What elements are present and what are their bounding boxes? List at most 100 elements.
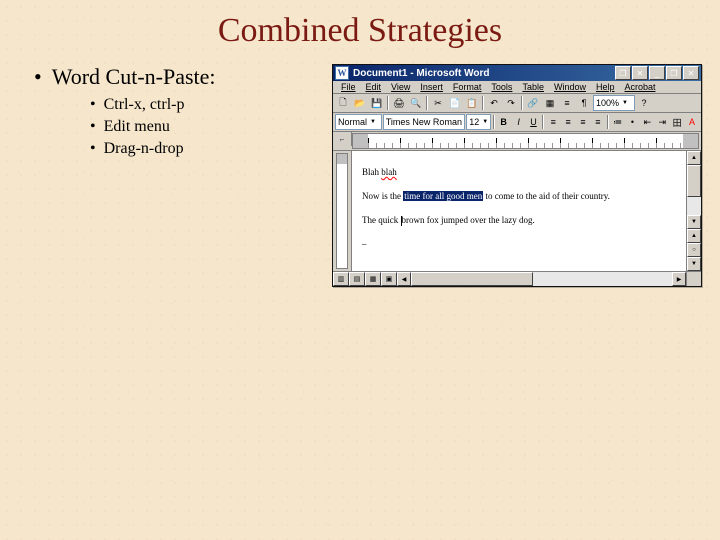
font-color-icon[interactable]: A xyxy=(685,114,699,130)
bulleted-list-icon[interactable]: • xyxy=(626,114,640,130)
print-layout-view-button[interactable]: ▦ xyxy=(365,272,381,286)
scroll-track[interactable] xyxy=(687,165,701,215)
menu-edit[interactable]: Edit xyxy=(362,82,386,92)
cut-icon[interactable]: ✂ xyxy=(430,95,446,111)
hyperlink-icon[interactable]: 🔗 xyxy=(525,95,541,111)
word-window: W Document1 - Microsoft Word ❐ ✕ _ ❐ ✕ F… xyxy=(332,64,702,287)
menu-view[interactable]: View xyxy=(387,82,414,92)
text-run: Now is the xyxy=(362,191,403,201)
paragraph: Now is the time for all good men to come… xyxy=(362,189,676,203)
scroll-left-button[interactable]: ◀ xyxy=(397,272,411,286)
zoom-combo[interactable]: 100%▼ xyxy=(593,95,635,111)
toolbar-standard: 🗋 📂 💾 🖨 🔍 ✂ 📄 📋 ↶ ↷ 🔗 ▦ ≡ ¶ 100%▼ xyxy=(333,94,701,113)
borders-icon[interactable]: 田 xyxy=(670,114,684,130)
style-combo[interactable]: Normal▼ xyxy=(335,114,382,130)
toolbar-separator xyxy=(542,115,544,129)
scroll-thumb[interactable] xyxy=(411,272,533,286)
ruler-track[interactable] xyxy=(352,133,699,149)
ruler-corner-icon: ⌐ xyxy=(333,132,352,146)
undo-icon[interactable]: ↶ xyxy=(486,95,502,111)
align-left-icon[interactable]: ≡ xyxy=(546,114,560,130)
bullet-dot: • xyxy=(90,138,96,160)
chevron-down-icon: ▼ xyxy=(622,100,628,106)
previous-page-button[interactable]: ▲ xyxy=(687,229,701,243)
bullet-sub-text: Edit menu xyxy=(104,116,170,138)
maximize-button[interactable]: ❐ xyxy=(666,66,682,80)
word-app-icon: W xyxy=(335,66,349,80)
numbered-list-icon[interactable]: ≔ xyxy=(611,114,625,130)
menu-tools[interactable]: Tools xyxy=(487,82,516,92)
titlebar[interactable]: W Document1 - Microsoft Word ❐ ✕ _ ❐ ✕ xyxy=(333,65,701,81)
slide-body: • Word Cut-n-Paste: • Ctrl-x, ctrl-p • E… xyxy=(34,64,314,287)
align-justify-icon[interactable]: ≡ xyxy=(591,114,605,130)
ruler-horizontal: ⌐ xyxy=(333,132,701,151)
help-icon[interactable]: ? xyxy=(636,95,652,111)
outline-view-button[interactable]: ▣ xyxy=(381,272,397,286)
resize-grip[interactable] xyxy=(686,271,701,286)
bullet-sub: • Drag-n-drop xyxy=(90,138,314,160)
decrease-indent-icon[interactable]: ⇤ xyxy=(640,114,654,130)
align-right-icon[interactable]: ≡ xyxy=(576,114,590,130)
scroll-down-button[interactable]: ▼ xyxy=(687,215,701,229)
menu-format[interactable]: Format xyxy=(449,82,486,92)
spellcheck-marked-word: blah xyxy=(381,167,397,177)
save-icon[interactable]: 💾 xyxy=(369,95,385,111)
text-run: to come to the aid of their country. xyxy=(483,191,610,201)
increase-indent-icon[interactable]: ⇥ xyxy=(655,114,669,130)
text-run: – xyxy=(362,239,367,249)
normal-view-button[interactable]: ▥ xyxy=(333,272,349,286)
bullet-sub: • Ctrl-x, ctrl-p xyxy=(90,94,314,116)
toolbar-separator xyxy=(607,115,609,129)
menu-window[interactable]: Window xyxy=(550,82,590,92)
menu-file[interactable]: File xyxy=(337,82,360,92)
italic-button[interactable]: I xyxy=(512,114,526,130)
font-combo[interactable]: Times New Roman▼ xyxy=(383,114,465,130)
mdi-close-button[interactable]: ✕ xyxy=(632,66,648,80)
print-icon[interactable]: 🖨 xyxy=(391,95,407,111)
menu-help[interactable]: Help xyxy=(592,82,619,92)
font-value: Times New Roman xyxy=(386,117,462,127)
scroll-thumb[interactable] xyxy=(687,165,701,197)
select-browse-object-button[interactable]: ○ xyxy=(687,243,701,257)
menu-insert[interactable]: Insert xyxy=(416,82,447,92)
open-icon[interactable]: 📂 xyxy=(352,95,368,111)
copy-icon[interactable]: 📄 xyxy=(447,95,463,111)
minimize-button[interactable]: _ xyxy=(649,66,665,80)
tables-borders-icon[interactable]: ▦ xyxy=(542,95,558,111)
web-layout-view-button[interactable]: ▤ xyxy=(349,272,365,286)
redo-icon[interactable]: ↷ xyxy=(503,95,519,111)
text-run: Blah xyxy=(362,167,381,177)
new-doc-icon[interactable]: 🗋 xyxy=(335,95,351,111)
scrollbar-horizontal[interactable]: ◀ ▶ xyxy=(397,271,686,286)
status-row: ▥ ▤ ▦ ▣ ◀ ▶ xyxy=(333,271,701,286)
font-size-combo[interactable]: 12▼ xyxy=(466,114,491,130)
bullet-dot: • xyxy=(90,94,96,116)
scroll-right-button[interactable]: ▶ xyxy=(672,272,686,286)
slide-title: Combined Strategies xyxy=(0,0,720,50)
text-run: brown fox jumped over the lazy dog. xyxy=(402,215,535,225)
scroll-up-button[interactable]: ▲ xyxy=(687,151,701,165)
ruler-vertical[interactable] xyxy=(333,151,352,271)
mdi-maximize-button[interactable]: ❐ xyxy=(615,66,631,80)
paste-icon[interactable]: 📋 xyxy=(464,95,480,111)
scrollbar-vertical[interactable]: ▲ ▼ ▲ ○ ▼ xyxy=(686,151,701,271)
align-center-icon[interactable]: ≡ xyxy=(561,114,575,130)
toolbar-formatting: Normal▼ Times New Roman▼ 12▼ B I U ≡ ≡ ≡… xyxy=(333,113,701,132)
text-selection[interactable]: time for all good men xyxy=(403,191,483,201)
zoom-value: 100% xyxy=(596,98,619,108)
menu-table[interactable]: Table xyxy=(518,82,548,92)
bullet-dot: • xyxy=(34,64,42,90)
print-preview-icon[interactable]: 🔍 xyxy=(408,95,424,111)
view-buttons: ▥ ▤ ▦ ▣ xyxy=(333,271,397,286)
next-page-button[interactable]: ▼ xyxy=(687,257,701,271)
menu-acrobat[interactable]: Acrobat xyxy=(620,82,659,92)
underline-button[interactable]: U xyxy=(527,114,541,130)
show-paragraph-icon[interactable]: ¶ xyxy=(576,95,592,111)
close-button[interactable]: ✕ xyxy=(683,66,699,80)
bold-button[interactable]: B xyxy=(497,114,511,130)
bullet-main: • Word Cut-n-Paste: xyxy=(34,64,314,90)
text-run: The quick xyxy=(362,215,401,225)
columns-icon[interactable]: ≡ xyxy=(559,95,575,111)
style-value: Normal xyxy=(338,117,367,127)
document-body[interactable]: Blah blah Now is the time for all good m… xyxy=(352,151,686,271)
